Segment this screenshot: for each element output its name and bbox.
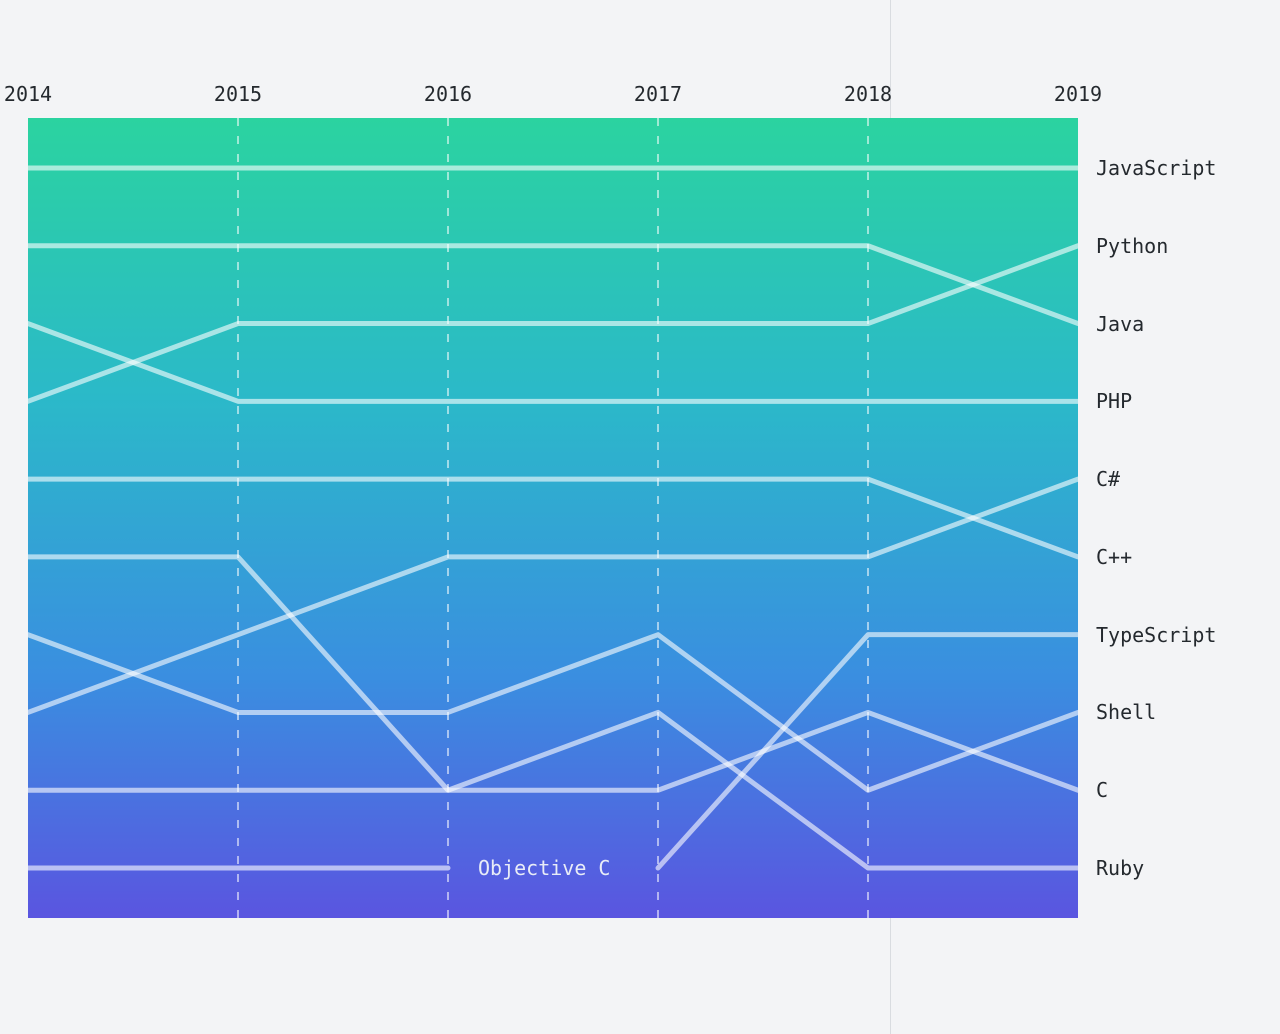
chart-background [28, 118, 1078, 918]
rank-label: TypeScript [1096, 623, 1216, 647]
rank-label: Python [1096, 234, 1168, 258]
x-tick-label: 2019 [1054, 82, 1102, 106]
x-tick-label: 2015 [214, 82, 262, 106]
x-tick-label: 2018 [844, 82, 892, 106]
chart-page: 2014 2015 2016 2017 2018 2019 Objective C Jav… [0, 0, 1280, 1034]
rank-label: C# [1096, 467, 1120, 491]
inside-series-labels: Objective C [478, 856, 610, 880]
x-tick-label: 2016 [424, 82, 472, 106]
rank-label: Ruby [1096, 856, 1144, 880]
rank-label: C [1096, 778, 1108, 802]
x-tick-label: 2014 [4, 82, 52, 106]
right-rank-labels: JavaScript Python Java PHP C# C++ TypeScript Sh… [1096, 118, 1266, 918]
x-axis-labels: 201420152016201720182019 [28, 82, 1078, 112]
rank-label: Java [1096, 312, 1144, 336]
rank-label: C++ [1096, 545, 1132, 569]
inside-label-objective-c: Objective C [478, 856, 610, 880]
rank-label: PHP [1096, 389, 1132, 413]
rank-chart-svg: Objective C [28, 118, 1078, 918]
rank-label: JavaScript [1096, 156, 1216, 180]
x-tick-label: 2017 [634, 82, 682, 106]
rank-label: Shell [1096, 700, 1156, 724]
plot-area: Objective C [28, 118, 1078, 918]
